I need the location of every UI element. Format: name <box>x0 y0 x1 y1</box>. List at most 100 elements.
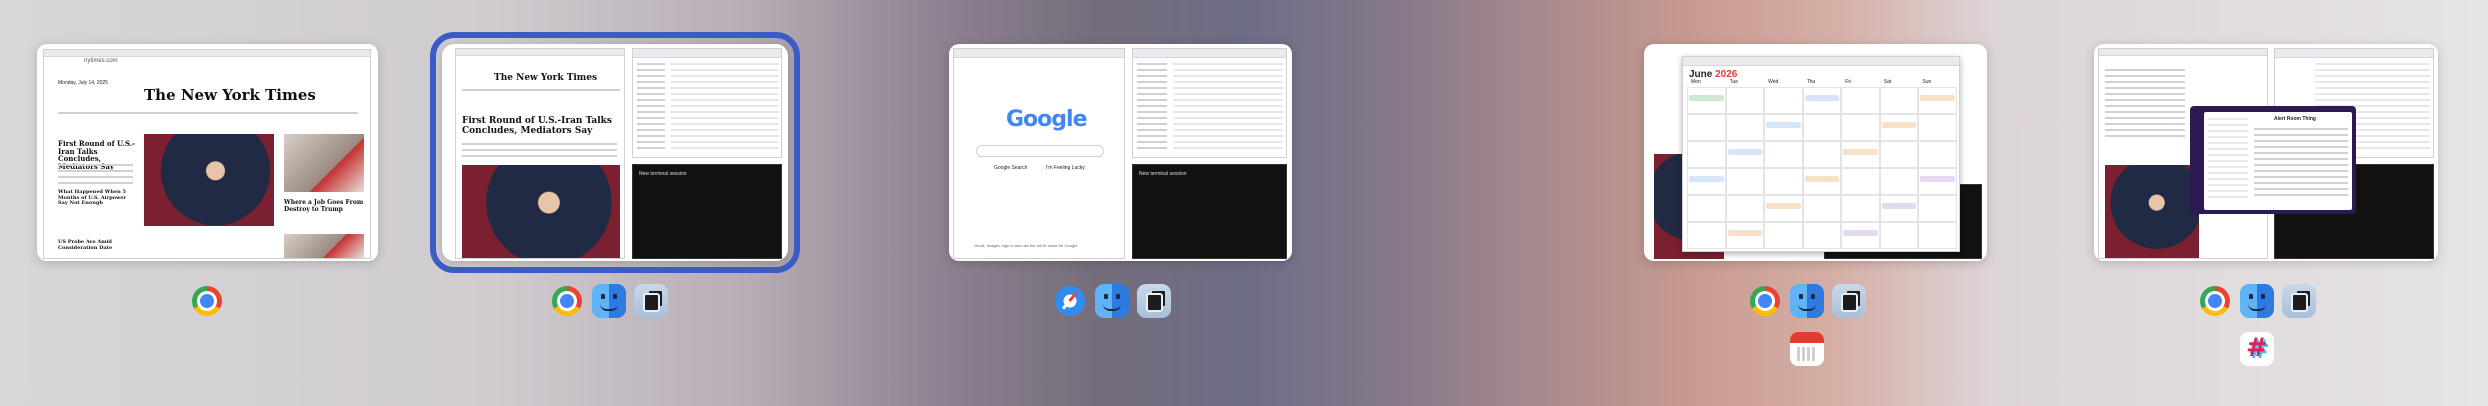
calendar-cell[interactable] <box>1802 141 1842 168</box>
calendar-cell[interactable] <box>1918 141 1957 168</box>
calendar-cell[interactable] <box>1802 195 1842 222</box>
calendar-event[interactable] <box>1843 149 1878 155</box>
space-2-apps <box>550 284 668 318</box>
calendar-cell[interactable] <box>1879 141 1919 168</box>
calendar-cell[interactable] <box>1725 168 1765 195</box>
calendar-event[interactable] <box>1766 122 1801 128</box>
url-text: nytimes.com <box>84 58 118 64</box>
chrome-icon <box>192 286 222 316</box>
nyt-headline-2: What Happened When 5 Months of U.S. Airp… <box>58 189 127 206</box>
space-3[interactable]: Google Google Search I'm Feeling Lucky G… <box>935 0 1335 406</box>
calendar-cell[interactable] <box>1687 141 1726 168</box>
calendar-cell[interactable] <box>1879 87 1919 114</box>
chrome-window-nyt: nytimes.com Monday, July 14, 2025 The Ne… <box>43 49 371 259</box>
calendar-cell[interactable] <box>1879 168 1919 195</box>
calendar-cell[interactable] <box>1764 87 1803 114</box>
tab-bar <box>2099 49 2267 56</box>
space-thumbnail[interactable]: June 2026 Mon Tue Wed Thu Fri Sat Sun <box>1644 44 1987 261</box>
safari-icon <box>1055 286 1085 316</box>
calendar-event[interactable] <box>1689 95 1724 101</box>
finder-icon <box>1095 284 1129 318</box>
calendar-cell[interactable] <box>1764 168 1803 195</box>
calendar-event[interactable] <box>1804 176 1840 182</box>
nyt-headline: First Round of U.S.-Iran Talks Concludes… <box>462 116 612 136</box>
nyt-logo: The New York Times <box>144 86 316 104</box>
calendar-cell[interactable] <box>1841 195 1880 222</box>
space-1[interactable]: nytimes.com Monday, July 14, 2025 The Ne… <box>0 0 400 406</box>
calendar-cell[interactable] <box>1802 114 1842 141</box>
calendar-cell[interactable] <box>1725 114 1765 141</box>
google-logo: Google <box>1006 107 1087 132</box>
space-4[interactable]: June 2026 Mon Tue Wed Thu Fri Sat Sun <box>1630 0 2030 406</box>
nyt-photo-main <box>462 165 620 258</box>
calendar-cell[interactable] <box>1918 195 1957 222</box>
slack-content: Alert Room Thing <box>2204 112 2352 210</box>
calendar-day-header: Tue <box>1729 79 1738 85</box>
space-5-apps-row2 <box>2240 332 2274 366</box>
google-search-box[interactable] <box>976 145 1104 157</box>
calendar-day-header: Wed <box>1768 79 1779 85</box>
finder-toolbar <box>2275 49 2433 58</box>
calendar-cell[interactable] <box>1841 114 1880 141</box>
nyt-headline-4: US Probe Ave Amid Consideration Date <box>58 239 113 251</box>
calendar-event[interactable] <box>1727 149 1763 155</box>
calendar-cell[interactable] <box>1764 222 1803 249</box>
finder-sidebar <box>1137 63 1167 153</box>
calendar-cell[interactable] <box>1918 222 1957 249</box>
calendar-event[interactable] <box>1689 176 1724 182</box>
calendar-cell[interactable] <box>1841 87 1880 114</box>
safari-window-google: Google Google Search I'm Feeling Lucky G… <box>953 48 1125 259</box>
calendar-cell[interactable] <box>1764 141 1803 168</box>
calendar-cell[interactable] <box>1725 195 1765 222</box>
tab-bar <box>456 49 624 56</box>
terminal-window: New terminal session <box>1132 164 1287 259</box>
calendar-cell[interactable] <box>1879 222 1919 249</box>
nyt-nav <box>462 89 620 94</box>
calendar-event[interactable] <box>1881 203 1917 209</box>
nyt-summary <box>58 164 133 184</box>
calendar-event[interactable] <box>1881 122 1917 128</box>
calendar-event[interactable] <box>1920 176 1955 182</box>
space-thumbnail[interactable]: nytimes.com Monday, July 14, 2025 The Ne… <box>37 44 378 261</box>
slack-window: Alert Room Thing <box>2190 106 2356 214</box>
calendar-cell[interactable] <box>1687 222 1726 249</box>
tab-bar <box>954 49 1124 58</box>
google-search-button[interactable]: Google Search <box>994 165 1027 171</box>
space-thumbnail[interactable]: The New York Times First Round of U.S.-I… <box>430 32 800 273</box>
space-4-apps <box>1748 284 1866 318</box>
google-logo-text: Google <box>1006 107 1087 132</box>
slack-sidebar <box>2208 118 2248 198</box>
chrome-icon <box>1748 284 1782 318</box>
chrome-icon <box>2198 284 2232 318</box>
calendar-event[interactable] <box>1727 230 1763 236</box>
calendar-event[interactable] <box>1804 95 1840 101</box>
calendar-event[interactable] <box>1843 230 1878 236</box>
space-2[interactable]: The New York Times First Round of U.S.-I… <box>420 0 820 406</box>
calendar-cell[interactable] <box>1687 195 1726 222</box>
space-thumbnail[interactable]: Google Google Search I'm Feeling Lucky G… <box>949 44 1292 261</box>
finder-sidebar <box>637 63 665 153</box>
calendar-cell[interactable] <box>1802 222 1842 249</box>
tab-bar <box>44 50 370 57</box>
space-5[interactable]: Alert Room Thing <box>2080 0 2480 406</box>
finder-icon <box>2240 284 2274 318</box>
nyt-photo-main <box>144 134 274 226</box>
calendar-event[interactable] <box>1766 203 1801 209</box>
google-lucky-button[interactable]: I'm Feeling Lucky <box>1046 165 1085 171</box>
calendar-cell[interactable] <box>1725 87 1765 114</box>
space-thumbnail[interactable]: Alert Room Thing <box>2094 44 2438 261</box>
calendar-cell[interactable] <box>1918 114 1957 141</box>
calendar-cell[interactable] <box>1841 168 1880 195</box>
calendar-event[interactable] <box>1920 95 1955 101</box>
terminal-icon <box>1832 284 1866 318</box>
nyt-photo-main <box>2105 165 2199 258</box>
nyt-photo-small <box>284 234 364 258</box>
terminal-window: New terminal session <box>632 164 782 259</box>
chrome-icon <box>1750 286 1780 316</box>
slack-messages <box>2254 128 2348 198</box>
calendar-cell[interactable] <box>1687 114 1726 141</box>
space-3-apps <box>1053 284 1171 318</box>
google-footer-text: Gmail, Images; sign in and use the full … <box>974 243 1078 248</box>
space-4-apps-row2 <box>1790 332 1824 366</box>
nyt-photo-side <box>284 134 364 192</box>
